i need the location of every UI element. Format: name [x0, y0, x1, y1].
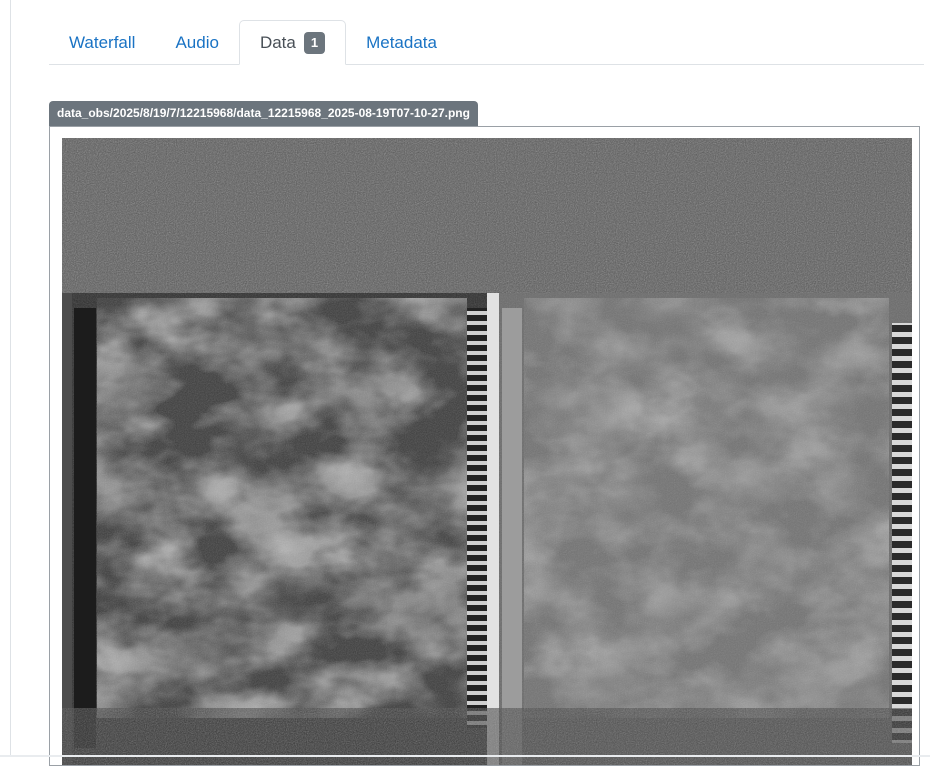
tab-data[interactable]: Data 1 — [238, 20, 347, 65]
tab-waterfall-label: Waterfall — [69, 32, 136, 52]
satellite-data-image[interactable] — [62, 138, 912, 766]
tab-audio-label: Audio — [175, 32, 219, 52]
tab-data-label: Data — [259, 32, 296, 52]
tab-metadata[interactable]: Metadata — [346, 21, 457, 64]
data-count-badge: 1 — [303, 31, 326, 54]
page-divider — [10, 0, 11, 757]
tab-waterfall[interactable]: Waterfall — [49, 21, 155, 64]
data-file-path-label: data_obs/2025/8/19/7/12215968/data_12215… — [49, 101, 478, 126]
data-image-frame — [49, 126, 920, 766]
tab-metadata-label: Metadata — [366, 32, 437, 52]
tab-audio[interactable]: Audio — [155, 21, 238, 64]
observation-tabs: Waterfall Audio Data 1 Metadata — [49, 20, 924, 65]
